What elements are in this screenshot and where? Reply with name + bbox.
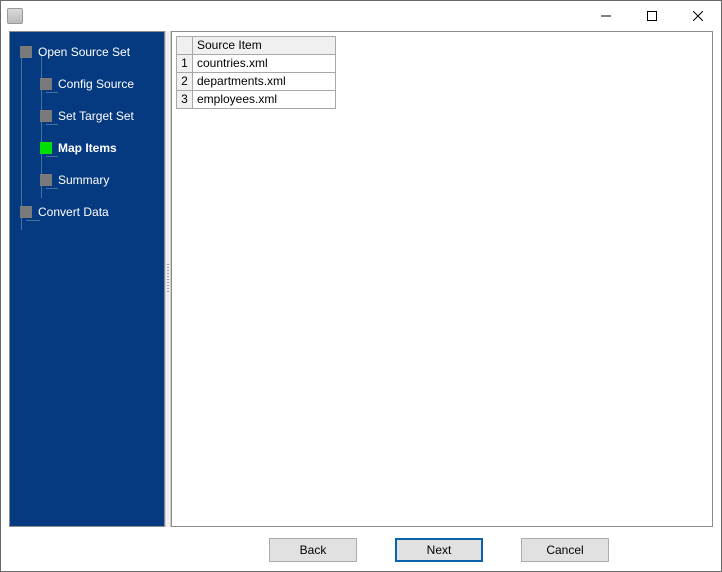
table-row[interactable]: 2 departments.xml <box>177 73 336 91</box>
step-label: Summary <box>58 173 109 187</box>
step-box-icon <box>40 110 52 122</box>
wizard-step-config-source[interactable]: Config Source <box>14 72 160 96</box>
back-button[interactable]: Back <box>269 538 357 562</box>
main-pane: Source Item 1 countries.xml 2 department… <box>171 31 713 527</box>
source-item-table[interactable]: Source Item 1 countries.xml 2 department… <box>176 36 336 109</box>
table-row[interactable]: 1 countries.xml <box>177 55 336 73</box>
minimize-button[interactable] <box>583 1 629 31</box>
step-label: Map Items <box>58 141 117 155</box>
step-label: Convert Data <box>38 205 109 219</box>
cell-source-item[interactable]: departments.xml <box>193 73 336 91</box>
minimize-icon <box>601 11 611 21</box>
column-header-source-item[interactable]: Source Item <box>193 37 336 55</box>
wizard-step-map-items[interactable]: Map Items <box>14 136 160 160</box>
table-row[interactable]: 3 employees.xml <box>177 91 336 109</box>
row-number[interactable]: 2 <box>177 73 193 91</box>
row-number[interactable]: 1 <box>177 55 193 73</box>
wizard-step-open-source-set[interactable]: Open Source Set <box>14 40 160 64</box>
next-button[interactable]: Next <box>395 538 483 562</box>
step-box-icon <box>20 46 32 58</box>
row-number[interactable]: 3 <box>177 91 193 109</box>
close-button[interactable] <box>675 1 721 31</box>
cell-source-item[interactable]: countries.xml <box>193 55 336 73</box>
wizard-sidebar: Open Source Set Config Source <box>9 31 165 527</box>
splitter-grip-icon <box>167 264 169 294</box>
step-label: Open Source Set <box>38 45 130 59</box>
wizard-step-summary[interactable]: Summary <box>14 168 160 192</box>
app-window: Open Source Set Config Source <box>0 0 722 572</box>
step-label: Config Source <box>58 77 134 91</box>
step-box-icon <box>40 174 52 186</box>
wizard-footer: Back Next Cancel <box>9 527 713 563</box>
maximize-button[interactable] <box>629 1 675 31</box>
cancel-button[interactable]: Cancel <box>521 538 609 562</box>
step-box-icon <box>20 206 32 218</box>
cell-source-item[interactable]: employees.xml <box>193 91 336 109</box>
step-label: Set Target Set <box>58 109 134 123</box>
app-icon <box>7 8 23 24</box>
wizard-step-set-target-set[interactable]: Set Target Set <box>14 104 160 128</box>
close-icon <box>693 11 703 21</box>
titlebar <box>1 1 721 31</box>
table-corner[interactable] <box>177 37 193 55</box>
step-box-icon <box>40 78 52 90</box>
step-box-icon <box>40 142 52 154</box>
maximize-icon <box>647 11 657 21</box>
